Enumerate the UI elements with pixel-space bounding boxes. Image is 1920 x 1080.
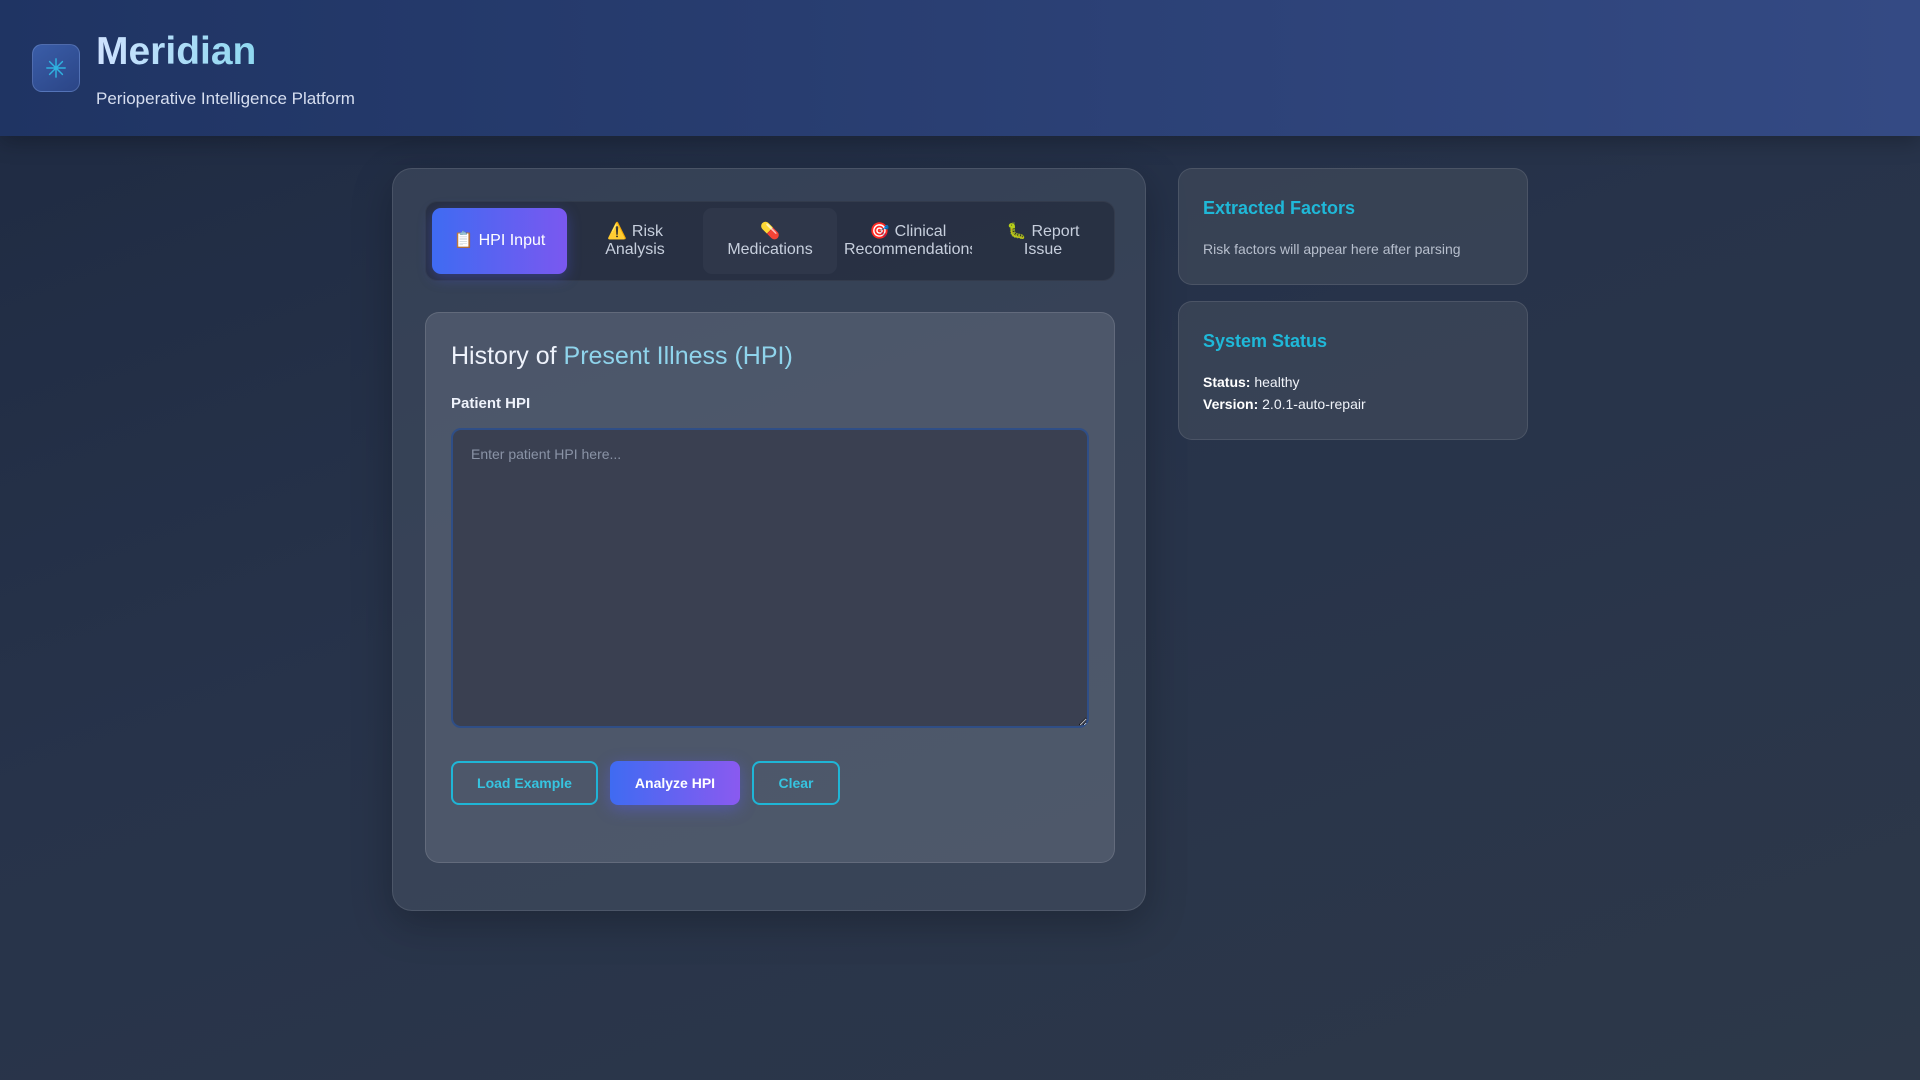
patient-hpi-label: Patient HPI [451, 395, 531, 412]
sparkle-icon [46, 58, 66, 78]
tab-label: Issue [1023, 241, 1063, 258]
tab-label: Recommendations [844, 241, 972, 258]
tab-label: Clinical [894, 223, 947, 240]
app-header: Meridian Perioperative Intelligence Plat… [0, 0, 1920, 136]
status-line: Status: healthy [1203, 374, 1300, 390]
analyze-hpi-button[interactable]: Analyze HPI [610, 761, 740, 805]
system-status-card: System Status Status: healthy Version: 2… [1178, 301, 1528, 440]
tab-label: Analysis [605, 241, 665, 258]
tab-label: HPI Input [478, 232, 546, 249]
tab-label: Medications [727, 241, 813, 258]
tab-label: Risk [631, 223, 664, 240]
main-panel: 📋 HPI Input ⚠️ Risk Analysis 💊 Medication… [392, 168, 1146, 911]
tab-report-issue[interactable]: 🐛 Report Issue [979, 208, 1107, 274]
tab-medications[interactable]: 💊 Medications [703, 208, 837, 274]
extracted-factors-empty-text: Risk factors will appear here after pars… [1203, 241, 1461, 257]
version-label: Version: [1203, 396, 1259, 412]
app-subtitle: Perioperative Intelligence Platform [96, 89, 355, 108]
target-icon: 🎯 [869, 223, 890, 240]
tab-hpi-input[interactable]: 📋 HPI Input [432, 208, 567, 274]
system-status-title: System Status [1203, 331, 1328, 351]
version-line: Version: 2.0.1-auto-repair [1203, 396, 1366, 412]
tab-label: Report [1031, 223, 1080, 240]
tab-clinical-recommendations[interactable]: 🎯 Clinical Recommendations [838, 208, 978, 274]
clipboard-icon: 📋 [453, 232, 474, 249]
patient-hpi-input[interactable] [451, 428, 1089, 728]
version-value: 2.0.1-auto-repair [1262, 396, 1366, 412]
tab-bar: 📋 HPI Input ⚠️ Risk Analysis 💊 Medication… [425, 201, 1115, 281]
load-example-button[interactable]: Load Example [451, 761, 598, 805]
pill-icon: 💊 [760, 223, 780, 240]
extracted-factors-card: Extracted Factors Risk factors will appe… [1178, 168, 1528, 285]
section-title: History of Present Illness (HPI) [451, 342, 793, 370]
status-label: Status: [1203, 374, 1251, 390]
app-title: Meridian [96, 30, 257, 73]
tab-risk-analysis[interactable]: ⚠️ Risk Analysis [568, 208, 702, 274]
bug-icon: 🐛 [1006, 223, 1027, 240]
clear-button[interactable]: Clear [752, 761, 840, 805]
warning-icon: ⚠️ [606, 223, 627, 240]
status-value: healthy [1254, 374, 1300, 390]
app-logo [32, 44, 80, 92]
hpi-section-card: History of Present Illness (HPI) Patient… [425, 312, 1115, 863]
extracted-factors-title: Extracted Factors [1203, 198, 1356, 218]
